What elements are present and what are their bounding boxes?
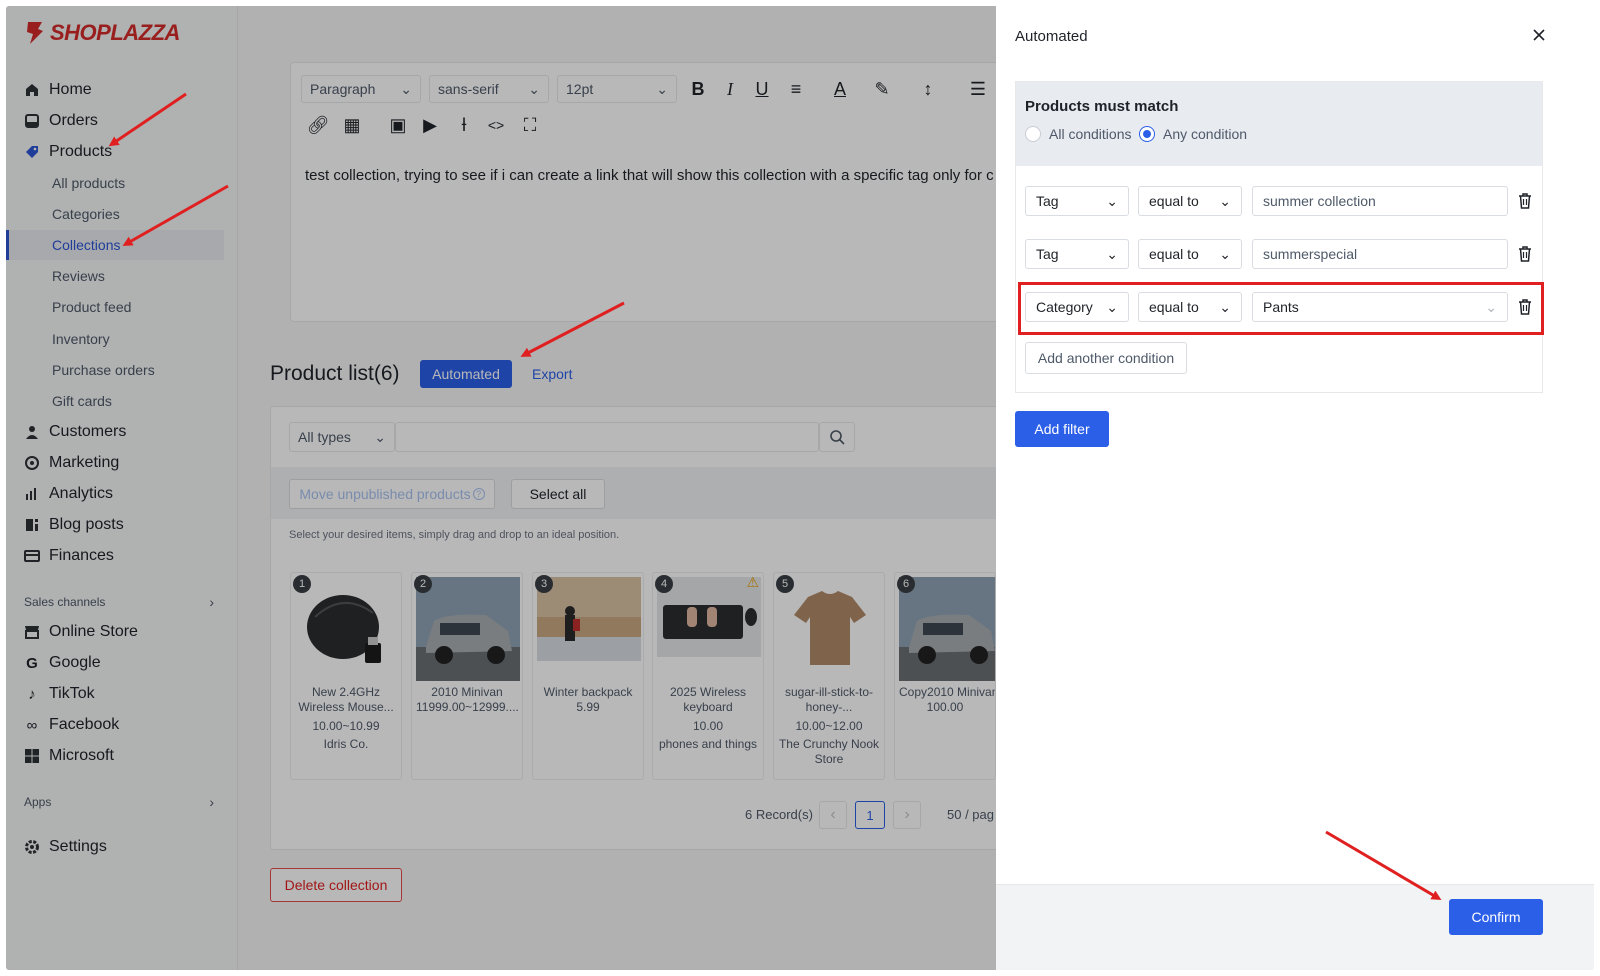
chevron-down-icon: ⌄	[1106, 245, 1118, 262]
value-value: Pants	[1263, 299, 1299, 315]
trash-icon[interactable]	[1516, 245, 1534, 263]
field-value: Category	[1036, 299, 1093, 315]
trash-icon[interactable]	[1516, 298, 1534, 316]
close-icon	[1533, 29, 1545, 41]
chevron-down-icon: ⌄	[1219, 298, 1231, 315]
match-any-radio[interactable]: Any condition	[1139, 126, 1247, 142]
condition-value-input[interactable]: summer collection	[1252, 186, 1508, 216]
radio-label: Any condition	[1163, 126, 1248, 142]
chevron-down-icon: ⌄	[1219, 192, 1231, 209]
close-button[interactable]	[1528, 24, 1550, 46]
condition-field-select[interactable]: Category ⌄	[1025, 292, 1129, 322]
chevron-down-icon: ⌄	[1219, 245, 1231, 262]
add-condition-button[interactable]: Add another condition	[1025, 342, 1187, 374]
chevron-down-icon: ⌄	[1106, 298, 1118, 315]
drawer-title: Automated	[1015, 28, 1088, 45]
conditions-panel: Products must match All conditions Any c…	[1015, 81, 1544, 393]
match-all-radio[interactable]: All conditions	[1025, 126, 1132, 142]
confirm-button[interactable]: Confirm	[1449, 899, 1543, 935]
trash-icon[interactable]	[1516, 192, 1534, 210]
operator-value: equal to	[1149, 193, 1199, 209]
operator-value: equal to	[1149, 246, 1199, 262]
radio-checked-icon	[1139, 126, 1155, 142]
condition-value-select[interactable]: Pants ⌄	[1252, 292, 1508, 322]
match-header	[1016, 82, 1542, 166]
add-filter-button[interactable]: Add filter	[1015, 411, 1109, 447]
radio-unchecked-icon	[1025, 126, 1041, 142]
field-value: Tag	[1036, 193, 1059, 209]
radio-label: All conditions	[1049, 126, 1132, 142]
condition-field-select[interactable]: Tag ⌄	[1025, 186, 1129, 216]
match-heading: Products must match	[1025, 98, 1179, 115]
condition-value-input[interactable]: summerspecial	[1252, 239, 1508, 269]
condition-operator-select[interactable]: equal to ⌄	[1138, 186, 1242, 216]
chevron-down-icon: ⌄	[1485, 298, 1497, 315]
operator-value: equal to	[1149, 299, 1199, 315]
app-window: SHOPLAZZA Home Orders Products All produ…	[6, 6, 1594, 970]
modal-backdrop[interactable]	[6, 6, 996, 970]
condition-operator-select[interactable]: equal to ⌄	[1138, 292, 1242, 322]
automated-drawer: Automated Products must match All condit…	[996, 6, 1594, 970]
field-value: Tag	[1036, 246, 1059, 262]
condition-field-select[interactable]: Tag ⌄	[1025, 239, 1129, 269]
condition-operator-select[interactable]: equal to ⌄	[1138, 239, 1242, 269]
chevron-down-icon: ⌄	[1106, 192, 1118, 209]
